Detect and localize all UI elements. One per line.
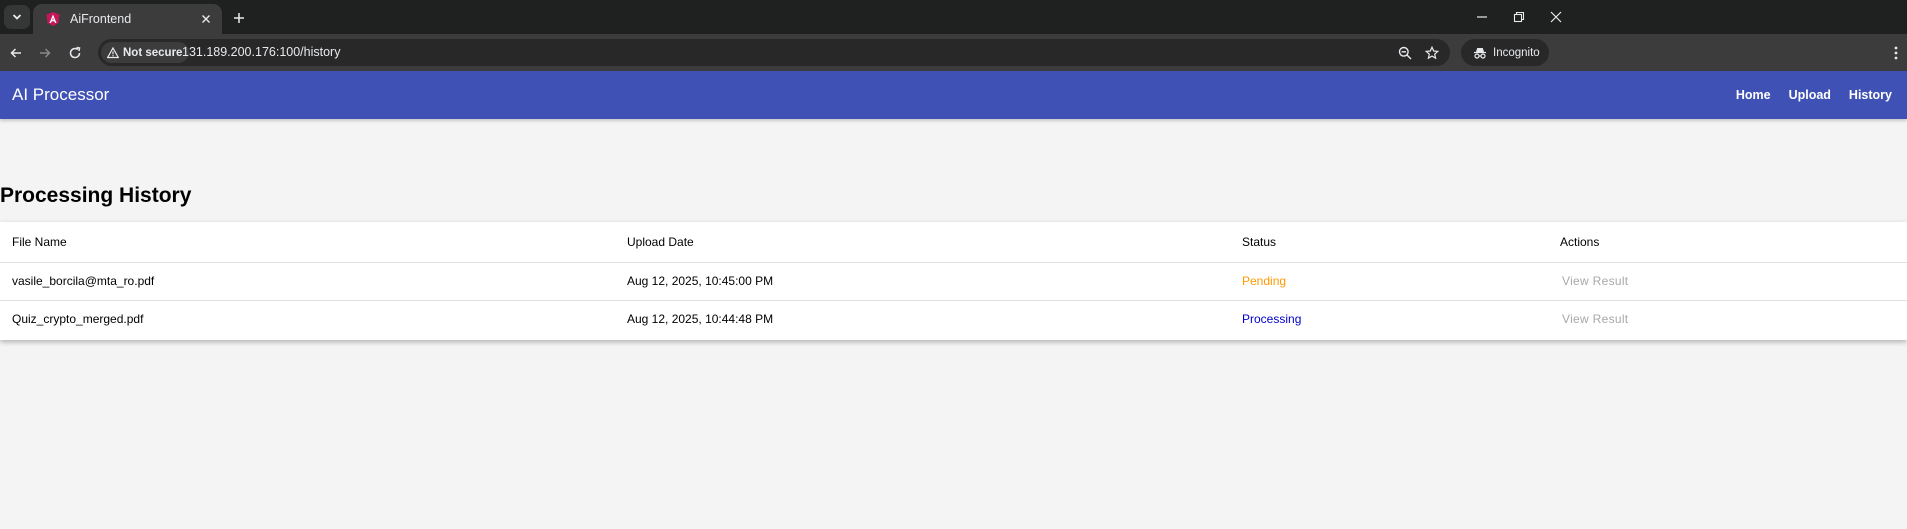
table-header-row: File Name Upload Date Status Actions bbox=[0, 222, 1907, 262]
star-icon bbox=[1424, 45, 1439, 59]
back-button[interactable] bbox=[5, 42, 27, 64]
close-icon bbox=[1550, 11, 1562, 23]
upload-date-cell: Aug 12, 2025, 10:44:48 PM bbox=[627, 312, 774, 327]
nav-home-link[interactable]: Home bbox=[1730, 88, 1777, 102]
restore-icon bbox=[1513, 11, 1525, 23]
nav-upload-link[interactable]: Upload bbox=[1783, 88, 1837, 102]
address-bar[interactable]: Not secure 131.189.200.176:100/history bbox=[98, 39, 1450, 66]
close-icon bbox=[202, 15, 210, 23]
upload-date-cell: Aug 12, 2025, 10:45:00 PM bbox=[627, 274, 774, 288]
app-title: AI Processor bbox=[12, 85, 110, 104]
browser-tab-bar: AiFrontend bbox=[0, 0, 1907, 34]
new-tab-button[interactable] bbox=[228, 7, 250, 29]
actions-cell: View Result bbox=[1548, 300, 1907, 338]
reload-button[interactable] bbox=[64, 42, 86, 64]
tab-close-button[interactable] bbox=[198, 11, 214, 27]
minimize-icon bbox=[1477, 16, 1487, 18]
warning-icon bbox=[107, 46, 119, 58]
column-header-actions: Actions bbox=[1560, 234, 1600, 249]
zoom-out-icon bbox=[1398, 46, 1411, 59]
close-window-button[interactable] bbox=[1547, 8, 1565, 26]
url-text[interactable]: 131.189.200.176:100/history bbox=[182, 45, 340, 59]
table-row: Quiz_crypto_merged.pdf Aug 12, 2025, 10:… bbox=[0, 300, 1907, 338]
table-row: vasile_borcila@mta_ro.pdf Aug 12, 2025, … bbox=[0, 262, 1907, 300]
incognito-label: Incognito bbox=[1493, 46, 1540, 59]
file-name-cell: Quiz_crypto_merged.pdf bbox=[12, 312, 144, 327]
forward-button[interactable] bbox=[34, 42, 56, 64]
zoom-button[interactable] bbox=[1395, 43, 1414, 62]
security-chip[interactable]: Not secure bbox=[101, 42, 190, 63]
page-title: Processing History bbox=[0, 184, 192, 207]
angular-favicon-icon bbox=[46, 12, 60, 26]
browser-toolbar: Not secure 131.189.200.176:100/history I… bbox=[0, 34, 1907, 71]
browser-menu-button[interactable] bbox=[1887, 43, 1905, 63]
column-header-upload-date: Upload Date bbox=[627, 234, 694, 249]
actions-cell: View Result bbox=[1548, 262, 1907, 300]
column-header-file-name: File Name bbox=[12, 234, 67, 249]
history-table: File Name Upload Date Status Actions vas… bbox=[0, 222, 1907, 338]
nav-history-link[interactable]: History bbox=[1843, 88, 1898, 102]
tab-title: AiFrontend bbox=[70, 12, 132, 26]
minimize-button[interactable] bbox=[1473, 8, 1491, 26]
browser-tab-active[interactable]: AiFrontend bbox=[33, 4, 222, 34]
column-header-status: Status bbox=[1242, 234, 1277, 249]
status-cell: Processing bbox=[1242, 312, 1302, 327]
chevron-down-icon bbox=[12, 14, 22, 20]
status-cell: Pending bbox=[1242, 274, 1287, 288]
arrow-left-icon bbox=[10, 48, 21, 58]
view-result-button[interactable]: View Result bbox=[1554, 312, 1636, 326]
view-result-button[interactable]: View Result bbox=[1554, 274, 1636, 288]
plus-icon bbox=[234, 13, 244, 23]
arrow-right-icon bbox=[40, 48, 51, 58]
app-toolbar: AI Processor Home Upload History bbox=[0, 71, 1907, 119]
bookmark-button[interactable] bbox=[1422, 43, 1441, 62]
file-name-cell: vasile_borcila@mta_ro.pdf bbox=[12, 274, 155, 288]
more-vertical-icon bbox=[1894, 46, 1898, 60]
incognito-icon bbox=[1474, 47, 1486, 59]
history-table-card: File Name Upload Date Status Actions vas… bbox=[0, 222, 1907, 340]
reload-icon bbox=[69, 46, 81, 59]
app-nav: Home Upload History bbox=[1724, 71, 1898, 119]
tab-search-button[interactable] bbox=[4, 5, 30, 29]
security-label: Not secure bbox=[123, 46, 183, 59]
incognito-indicator[interactable]: Incognito bbox=[1461, 39, 1549, 66]
restore-button[interactable] bbox=[1510, 8, 1528, 26]
